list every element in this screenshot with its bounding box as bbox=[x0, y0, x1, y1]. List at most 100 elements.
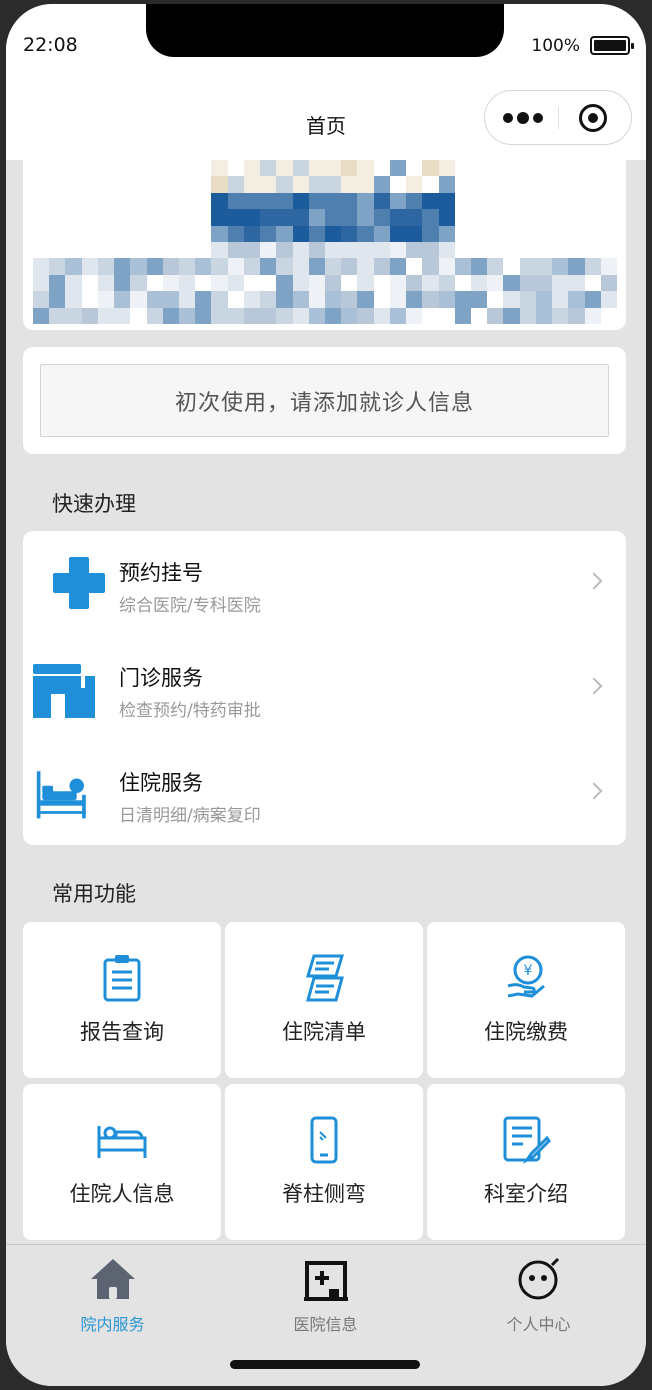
banner-mosaic-cell bbox=[195, 291, 212, 308]
smiley-icon bbox=[518, 1257, 560, 1300]
banner-mosaic-cell bbox=[438, 241, 455, 259]
banner-mosaic-cell bbox=[438, 307, 455, 324]
banner-mosaic-cell bbox=[584, 225, 601, 242]
banner-mosaic-cell bbox=[470, 160, 488, 177]
add-patient-button[interactable]: 初次使用，请添加就诊人信息 bbox=[40, 364, 609, 437]
banner-mosaic-cell bbox=[487, 209, 504, 226]
banner-mosaic-cell bbox=[243, 291, 261, 308]
banner-mosaic-cell bbox=[600, 307, 617, 324]
banner-mosaic-cell bbox=[49, 241, 66, 259]
navigation-bar: 首页 bbox=[6, 90, 646, 160]
banner-mosaic-cell bbox=[276, 307, 293, 324]
banner-mosaic-cell bbox=[97, 307, 115, 324]
banner-mosaic-cell bbox=[535, 225, 553, 242]
banner-mosaic-cell bbox=[260, 209, 277, 226]
function-inpatient-info[interactable]: 住院人信息 bbox=[23, 1084, 221, 1240]
function-scoliosis[interactable]: 脊柱侧弯 bbox=[225, 1084, 423, 1240]
banner-mosaic-cell bbox=[162, 258, 179, 275]
banner-mosaic-cell bbox=[33, 225, 50, 242]
tab-personal-center[interactable]: 个人中心 bbox=[432, 1253, 645, 1334]
banner-mosaic-cell bbox=[81, 258, 98, 275]
banner-mosaic-cell bbox=[81, 192, 98, 210]
banner-mosaic-cell bbox=[552, 192, 569, 210]
banner-mosaic-cell bbox=[552, 160, 569, 177]
banner-mosaic-cell bbox=[373, 241, 390, 259]
banner-mosaic-cell bbox=[97, 192, 115, 210]
banner-mosaic-cell bbox=[552, 225, 569, 242]
banner-mosaic-cell bbox=[308, 274, 325, 292]
close-miniprogram-icon[interactable] bbox=[579, 104, 607, 132]
banner-mosaic-cell bbox=[584, 307, 601, 324]
quick-item-inpatient[interactable]: 住院服务 日清明细/病案复印 bbox=[23, 741, 626, 845]
banner-mosaic-cell bbox=[195, 160, 212, 177]
banner-mosaic-cell bbox=[292, 258, 309, 275]
banner-mosaic-cell bbox=[568, 225, 585, 242]
banner-mosaic-cell bbox=[178, 241, 196, 259]
banner-mosaic-cell bbox=[503, 307, 520, 324]
banner-mosaic-cell bbox=[211, 209, 228, 226]
banner-mosaic-cell bbox=[211, 192, 228, 210]
banner-mosaic-cell bbox=[146, 307, 163, 324]
banner-mosaic-cell bbox=[422, 160, 439, 177]
banner-mosaic-cell bbox=[308, 225, 325, 242]
banner-mosaic-cell bbox=[470, 274, 488, 292]
banner-mosaic-cell bbox=[454, 307, 471, 324]
banner-mosaic-cell bbox=[211, 258, 228, 275]
tab-label: 个人中心 bbox=[506, 1315, 571, 1334]
banner-mosaic-cell bbox=[406, 241, 423, 259]
banner-mosaic-cell bbox=[487, 225, 504, 242]
banner-mosaic-cell bbox=[503, 209, 520, 226]
banner-mosaic-cell bbox=[503, 176, 520, 193]
banner-mosaic-cell bbox=[568, 209, 585, 226]
banner-mosaic-cell bbox=[178, 225, 196, 242]
banner-mosaic-cell bbox=[227, 176, 244, 193]
banner-mosaic-cell bbox=[260, 307, 277, 324]
banner-mosaic-cell bbox=[503, 241, 520, 259]
banner-mosaic-cell bbox=[535, 307, 553, 324]
notch bbox=[146, 4, 504, 57]
quick-item-outpatient[interactable]: 门诊服务 检查预约/特药审批 bbox=[23, 636, 626, 740]
banner-mosaic-cell bbox=[178, 258, 196, 275]
banner-mosaic-cell bbox=[195, 258, 212, 275]
banner-mosaic-cell bbox=[97, 241, 115, 259]
banner-mosaic-cell bbox=[373, 209, 390, 226]
banner-mosaic-cell bbox=[65, 258, 82, 275]
tab-hospital-info[interactable]: 医院信息 bbox=[219, 1253, 432, 1334]
banner-mosaic-cell bbox=[81, 307, 98, 324]
phone-screen: 22:08 100% 首页 初次使用，请添加就诊人信息 快速办理 预约挂号 综合… bbox=[6, 4, 646, 1386]
banner-mosaic-cell bbox=[470, 225, 488, 242]
banner-mosaic-cell bbox=[146, 225, 163, 242]
banner-mosaic-cell bbox=[584, 209, 601, 226]
function-inpatient-bill[interactable]: 住院清单 bbox=[225, 922, 423, 1078]
banner-mosaic-cell bbox=[454, 274, 471, 292]
banner-mosaic-cell bbox=[195, 209, 212, 226]
function-department-intro[interactable]: 科室介绍 bbox=[427, 1084, 625, 1240]
banner-mosaic-cell bbox=[227, 241, 244, 259]
payment-yen-icon: ¥ bbox=[507, 955, 545, 998]
quick-item-subtitle: 日清明细/病案复印 bbox=[119, 806, 261, 826]
function-report-query[interactable]: 报告查询 bbox=[23, 922, 221, 1078]
banner-mosaic-cell bbox=[470, 176, 488, 193]
banner-mosaic-cell bbox=[389, 160, 407, 177]
banner-mosaic-cell bbox=[568, 274, 585, 292]
banner-mosaic-cell bbox=[438, 192, 455, 210]
banner-mosaic-cell bbox=[276, 274, 293, 292]
banner-mosaic-cell bbox=[357, 225, 374, 242]
banner-mosaic-cell bbox=[422, 258, 439, 275]
banner-mosaic-cell bbox=[519, 209, 536, 226]
more-icon[interactable] bbox=[503, 111, 545, 125]
svg-text:¥: ¥ bbox=[524, 963, 533, 979]
banner-mosaic-cell bbox=[584, 258, 601, 275]
banner-mosaic-cell bbox=[357, 160, 374, 177]
banner-mosaic-cell bbox=[487, 274, 504, 292]
banner-mosaic-cell bbox=[324, 160, 342, 177]
chevron-right-icon bbox=[585, 572, 603, 590]
tab-in-hospital-services[interactable]: 院内服务 bbox=[6, 1253, 219, 1334]
banner-mosaic-cell bbox=[114, 258, 131, 275]
banner-mosaic-cell bbox=[276, 258, 293, 275]
banner-mosaic-cell bbox=[341, 291, 358, 308]
quick-item-appointment[interactable]: 预约挂号 综合医院/专科医院 bbox=[23, 531, 626, 635]
banner-mosaic-cell bbox=[470, 241, 488, 259]
banner-mosaic-cell bbox=[243, 274, 261, 292]
function-inpatient-payment[interactable]: ¥ 住院缴费 bbox=[427, 922, 625, 1078]
